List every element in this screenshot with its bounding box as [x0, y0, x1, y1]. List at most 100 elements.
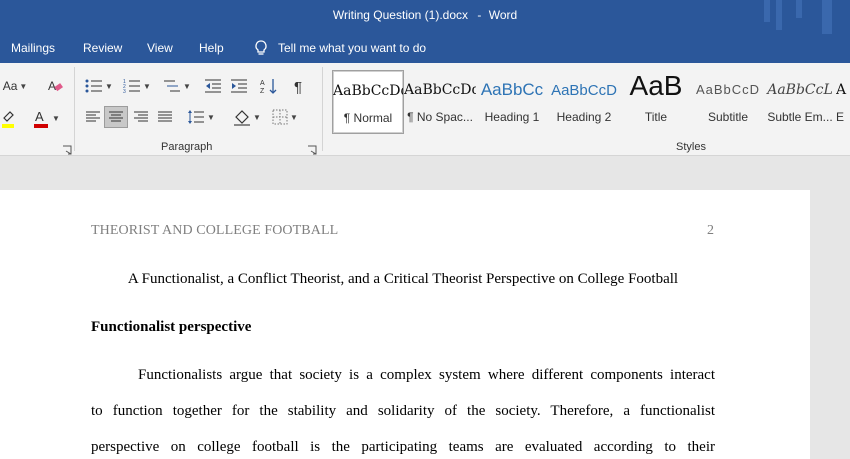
borders-icon: [272, 109, 288, 125]
tab-view[interactable]: View: [147, 41, 173, 55]
tell-me-search[interactable]: Tell me what you want to do: [252, 39, 426, 57]
vertical-scrollbar[interactable]: [810, 190, 850, 459]
tab-mailings[interactable]: Mailings: [11, 41, 55, 55]
style-subtle-emphasis[interactable]: AaBbCcL Subtle Em...: [764, 70, 836, 134]
style-sample: A: [836, 82, 847, 98]
ribbon-tabs: Mailings Review View Help Tell me what y…: [0, 34, 850, 63]
change-case-label: Aa: [2, 79, 18, 93]
show-formatting-marks-button[interactable]: ¶: [290, 75, 310, 97]
clear-formatting-icon: A: [48, 79, 63, 93]
tab-help[interactable]: Help: [199, 41, 224, 55]
style-name: ¶ Normal: [343, 111, 393, 125]
tab-review[interactable]: Review: [83, 41, 122, 55]
font-color-button[interactable]: A ▼: [28, 107, 64, 129]
ribbon: Aa ▼ A A ▼ ▼ 1 2 3 ▼ ▼ A Z ¶ ▼ ▼ ▼ Parag…: [0, 63, 850, 156]
bullets-icon: [85, 79, 103, 93]
clear-formatting-button[interactable]: A: [44, 75, 66, 97]
svg-text:Z: Z: [260, 88, 265, 95]
style-name: Heading 1: [484, 110, 540, 124]
group-separator: [74, 67, 75, 151]
style-no-spacing[interactable]: AaBbCcDd ¶ No Spac...: [404, 70, 476, 134]
line-spacing-button[interactable]: ▼: [184, 106, 218, 128]
styles-group-label: Styles: [676, 141, 706, 153]
numbering-icon: 1 2 3: [123, 79, 141, 94]
align-left-icon: [86, 111, 100, 122]
paragraph-group-label: Paragraph: [161, 141, 213, 153]
style-name: Subtle Em...: [767, 110, 833, 124]
decrease-indent-icon: [205, 79, 221, 93]
align-right-button[interactable]: [130, 106, 152, 128]
style-subtitle[interactable]: AaBbCcD Subtitle: [692, 70, 764, 134]
style-sample: AaB: [629, 70, 683, 101]
style-sample: AaBbCc: [480, 80, 544, 99]
sort-button[interactable]: AZ: [258, 75, 280, 97]
paragraph-dialog-launcher[interactable]: [307, 142, 317, 155]
chevron-down-icon: ▼: [52, 113, 60, 123]
chevron-down-icon: ▼: [290, 112, 298, 122]
chevron-down-icon: ▼: [19, 81, 28, 91]
justify-button[interactable]: [154, 106, 176, 128]
bullets-button[interactable]: ▼: [82, 75, 116, 97]
increase-indent-button[interactable]: [228, 75, 250, 97]
styles-gallery: AaBbCcDd ¶ Normal AaBbCcDd ¶ No Spac... …: [330, 70, 850, 136]
document-name: Writing Question (1).docx: [332, 8, 469, 22]
document-page[interactable]: THEORIST AND COLLEGE FOOTBALL 2 A Functi…: [0, 190, 810, 459]
font-color-icon: A: [34, 109, 49, 128]
line-spacing-icon: [188, 110, 205, 124]
text-highlight-button[interactable]: [0, 107, 20, 129]
style-heading-1[interactable]: AaBbCc Heading 1: [476, 70, 548, 134]
chevron-down-icon: ▼: [105, 81, 113, 91]
style-emphasis[interactable]: A E: [836, 70, 850, 134]
dialog-launcher-icon: [308, 145, 317, 155]
multilevel-list-button[interactable]: ▼: [160, 75, 194, 97]
numbering-button[interactable]: 1 2 3 ▼: [120, 75, 154, 97]
style-sample: AaBbCcD: [551, 82, 617, 99]
style-sample: AaBbCcD: [695, 82, 761, 97]
document-title: A Functionalist, a Conflict Theorist, an…: [127, 271, 679, 287]
font-dialog-launcher[interactable]: [62, 142, 72, 155]
svg-text:¶: ¶: [294, 79, 302, 94]
style-normal[interactable]: AaBbCcDd ¶ Normal: [332, 70, 404, 134]
svg-text:A: A: [260, 80, 265, 87]
change-case-button[interactable]: Aa ▼: [0, 75, 30, 97]
title-separator: -: [477, 8, 482, 22]
style-sample: AaBbCcDd: [404, 82, 476, 98]
style-name: ¶ No Spac...: [407, 110, 473, 124]
chevron-down-icon: ▼: [183, 81, 191, 91]
align-left-button[interactable]: [82, 106, 104, 128]
shading-button[interactable]: ▼: [230, 106, 264, 128]
borders-button[interactable]: ▼: [268, 106, 302, 128]
increase-indent-icon: [231, 79, 247, 93]
page-number: 2: [707, 223, 714, 238]
chevron-down-icon: ▼: [253, 112, 261, 122]
app-name: Word: [488, 8, 518, 22]
title-bar: Writing Question (1).docx - Word: [0, 0, 850, 34]
paint-bucket-icon: [234, 110, 251, 126]
chevron-down-icon: ▼: [143, 81, 151, 91]
align-center-icon: [109, 111, 123, 122]
paragraph-line: perspective on college football is the p…: [91, 439, 715, 455]
multilevel-list-icon: [164, 80, 181, 92]
decrease-indent-button[interactable]: [202, 75, 224, 97]
highlighter-icon: [2, 111, 14, 128]
chevron-down-icon: ▼: [207, 112, 215, 122]
style-name: E: [836, 110, 845, 124]
dialog-launcher-icon: [63, 145, 72, 155]
lightbulb-icon: [255, 40, 267, 55]
group-separator: [322, 67, 323, 151]
style-heading-2[interactable]: AaBbCcD Heading 2: [548, 70, 620, 134]
align-center-button[interactable]: [104, 106, 128, 128]
sort-icon: AZ: [260, 79, 277, 95]
svg-text:3: 3: [123, 89, 126, 94]
svg-text:A: A: [35, 109, 44, 124]
style-sample: AaBbCcDd: [333, 83, 403, 99]
window-title: Writing Question (1).docx - Word: [0, 8, 850, 22]
align-right-icon: [134, 111, 148, 122]
justify-icon: [158, 111, 172, 122]
style-title[interactable]: AaB Title: [620, 70, 692, 134]
style-sample: AaBbCcL: [767, 82, 833, 98]
pilcrow-icon: ¶: [294, 79, 302, 94]
style-name: Heading 2: [556, 110, 612, 124]
svg-text:A: A: [48, 79, 56, 93]
paragraph-line: Functionalists argue that society is a c…: [138, 367, 715, 383]
